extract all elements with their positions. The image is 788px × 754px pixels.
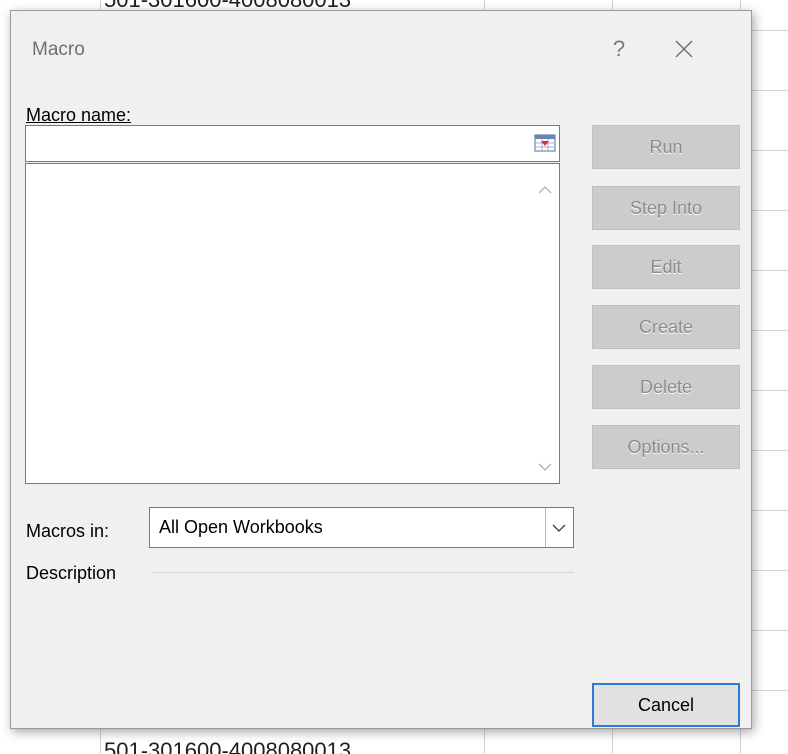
macro-name-label-text: Macro name: — [26, 105, 132, 125]
dropdown-button[interactable] — [545, 508, 573, 547]
scroll-up-button[interactable] — [538, 182, 552, 194]
create-button[interactable]: Create — [592, 305, 740, 349]
delete-button[interactable]: Delete — [592, 365, 740, 409]
step-into-button[interactable]: Step Into — [592, 186, 740, 230]
collapse-dialog-button[interactable] — [534, 131, 556, 155]
chevron-down-icon — [538, 463, 552, 471]
help-button[interactable]: ? — [607, 31, 631, 67]
chevron-down-icon — [552, 524, 566, 532]
dialog-titlebar[interactable]: Macro ? — [11, 11, 751, 77]
close-button[interactable] — [662, 31, 706, 67]
macro-list[interactable] — [25, 163, 560, 484]
close-icon — [675, 40, 693, 58]
macros-in-label: Macros in: — [26, 521, 110, 541]
options-button[interactable]: Options... — [592, 425, 740, 469]
description-label: Description — [26, 563, 117, 583]
macros-in-value: All Open Workbooks — [159, 517, 323, 537]
macro-name-input[interactable] — [25, 125, 560, 162]
cancel-button[interactable]: Cancel — [592, 683, 740, 727]
macro-name-label: Macro name: — [26, 105, 131, 126]
scroll-down-button[interactable] — [538, 459, 552, 471]
macro-list-scrollbar[interactable] — [532, 164, 559, 483]
chevron-up-icon — [538, 186, 552, 194]
dialog-title: Macro — [32, 39, 85, 60]
collapse-dialog-icon — [534, 134, 556, 152]
cell-text-bottom[interactable]: 501-301600-4008080013 — [104, 738, 351, 754]
macros-in-dropdown[interactable]: All Open Workbooks — [149, 507, 574, 548]
macro-dialog: Macro ? Macro name: Macros in: All Open … — [10, 10, 752, 729]
description-divider — [151, 572, 574, 573]
edit-button[interactable]: Edit — [592, 245, 740, 289]
run-button[interactable]: Run — [592, 125, 740, 169]
